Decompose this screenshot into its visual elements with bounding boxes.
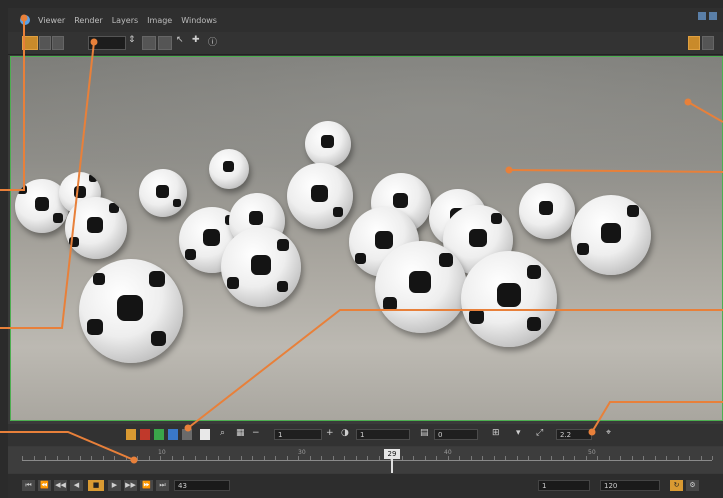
callout-line [508, 169, 723, 173]
callout-dot [90, 38, 98, 46]
callout-dot [684, 98, 692, 106]
callout-dot [588, 428, 596, 436]
callout-line [0, 41, 95, 329]
callout-dot [130, 456, 138, 464]
callout-line [0, 18, 25, 191]
callout-line [687, 101, 723, 123]
callout-line [0, 431, 135, 461]
callout-dot [20, 14, 28, 22]
callout-line [187, 309, 723, 429]
callout-layer [0, 14, 723, 464]
callout-dot [184, 424, 192, 432]
callout-dot [505, 166, 513, 174]
callout-line [591, 401, 723, 433]
